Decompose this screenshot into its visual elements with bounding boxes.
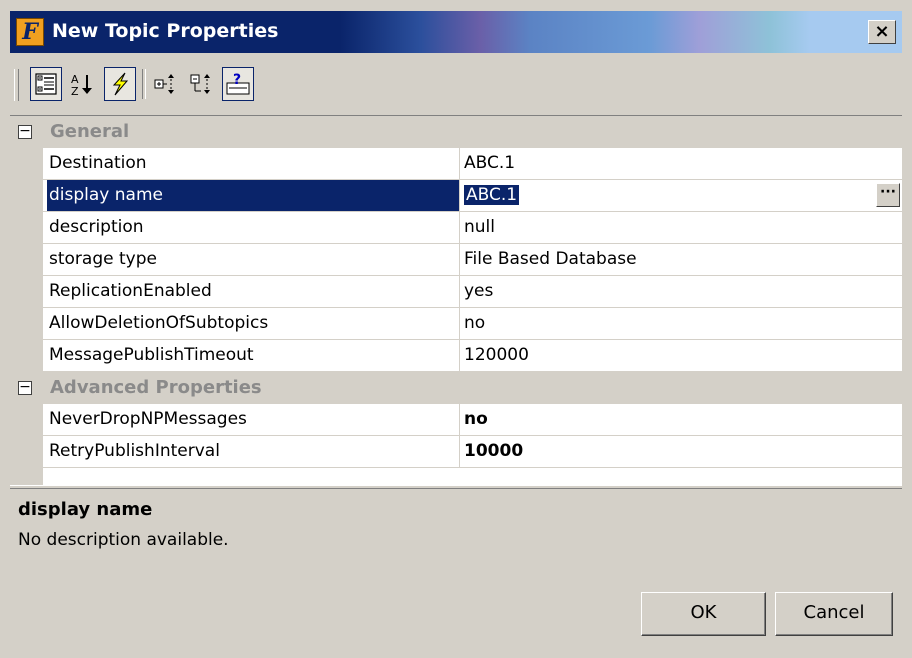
property-name: MessagePublishTimeout bbox=[47, 340, 460, 371]
property-row-destination[interactable]: Destination ABC.1 bbox=[10, 148, 902, 180]
category-general[interactable]: − General bbox=[10, 116, 902, 148]
property-value[interactable]: File Based Database bbox=[464, 244, 902, 275]
row-gutter bbox=[10, 276, 43, 308]
row-gutter bbox=[10, 468, 43, 486]
collapse-all-button[interactable] bbox=[186, 67, 218, 101]
property-row-never-drop-np-messages[interactable]: NeverDropNPMessages no bbox=[10, 404, 902, 436]
toolbar-separator bbox=[142, 69, 146, 99]
cancel-button[interactable]: Cancel bbox=[775, 592, 893, 636]
property-pages-icon: ? bbox=[226, 72, 250, 95]
property-value[interactable]: yes bbox=[464, 276, 902, 307]
property-name: NeverDropNPMessages bbox=[47, 404, 460, 435]
property-name: storage type bbox=[47, 244, 460, 275]
collapse-toggle-icon[interactable]: − bbox=[18, 380, 32, 395]
property-name: RetryPublishInterval bbox=[47, 436, 460, 467]
title-bar[interactable]: F New Topic Properties × bbox=[10, 11, 902, 53]
toolbar: A Z ? bbox=[10, 53, 902, 115]
row-gutter bbox=[10, 148, 43, 180]
property-value[interactable]: no bbox=[464, 308, 902, 339]
row-gutter bbox=[10, 244, 43, 276]
property-row-replication-enabled[interactable]: ReplicationEnabled yes bbox=[10, 276, 902, 308]
row-gutter bbox=[10, 340, 43, 372]
window-title: New Topic Properties bbox=[52, 20, 279, 42]
app-icon: F bbox=[16, 18, 44, 46]
properties-view-button[interactable] bbox=[104, 67, 136, 101]
description-text: No description available. bbox=[18, 530, 229, 550]
property-name: description bbox=[47, 212, 460, 243]
svg-text:?: ? bbox=[233, 72, 241, 88]
description-pane: display name No description available. bbox=[0, 489, 912, 569]
ellipsis-icon: ··· bbox=[880, 184, 896, 200]
alphabetical-sort-button[interactable]: A Z bbox=[66, 67, 98, 101]
category-advanced-properties[interactable]: − Advanced Properties bbox=[10, 372, 902, 404]
property-row-storage-type[interactable]: storage type File Based Database bbox=[10, 244, 902, 276]
ok-button[interactable]: OK bbox=[641, 592, 766, 636]
category-label: Advanced Properties bbox=[50, 377, 262, 398]
toolbar-grip bbox=[14, 69, 19, 101]
property-value[interactable]: 10000 bbox=[464, 436, 902, 467]
property-grid: − General Destination ABC.1 display name… bbox=[10, 115, 902, 486]
topic-properties-dialog: F New Topic Properties × A Z ? − General… bbox=[0, 0, 912, 658]
row-gutter bbox=[10, 212, 43, 244]
row-gutter bbox=[10, 308, 43, 340]
property-name: ReplicationEnabled bbox=[47, 276, 460, 307]
property-row-description[interactable]: description null bbox=[10, 212, 902, 244]
categorized-icon bbox=[35, 73, 57, 95]
close-icon: × bbox=[874, 21, 890, 42]
property-value[interactable]: null bbox=[464, 212, 902, 243]
collapse-toggle-icon[interactable]: − bbox=[18, 124, 32, 139]
row-gutter bbox=[10, 404, 43, 436]
property-name: Destination bbox=[47, 148, 460, 179]
svg-text:Z: Z bbox=[71, 85, 79, 97]
selected-value-text[interactable]: ABC.1 bbox=[464, 185, 520, 205]
property-value[interactable]: no bbox=[464, 404, 902, 435]
ellipsis-button[interactable]: ··· bbox=[876, 183, 900, 207]
close-button[interactable]: × bbox=[868, 20, 896, 44]
categorized-view-button[interactable] bbox=[30, 67, 62, 101]
expand-icon bbox=[154, 74, 174, 94]
row-gutter bbox=[10, 180, 43, 212]
sort-az-icon: A Z bbox=[71, 73, 92, 97]
property-row-retry-publish-interval[interactable]: RetryPublishInterval 10000 bbox=[10, 436, 902, 468]
row-gutter bbox=[10, 436, 43, 468]
property-name: AllowDeletionOfSubtopics bbox=[47, 308, 460, 339]
property-name: display name bbox=[47, 180, 460, 211]
property-row-display-name[interactable]: display name ABC.1 ··· bbox=[10, 180, 902, 212]
lightning-icon bbox=[112, 72, 129, 96]
property-value-editor[interactable]: ABC.1 bbox=[464, 180, 902, 211]
property-row-allow-deletion-of-subtopics[interactable]: AllowDeletionOfSubtopics no bbox=[10, 308, 902, 340]
property-value[interactable]: ABC.1 bbox=[464, 148, 902, 179]
property-row-message-publish-timeout[interactable]: MessagePublishTimeout 120000 bbox=[10, 340, 902, 372]
expand-all-button[interactable] bbox=[150, 67, 182, 101]
category-label: General bbox=[50, 121, 130, 142]
property-pages-button[interactable]: ? bbox=[222, 67, 254, 101]
property-value[interactable]: 120000 bbox=[464, 340, 902, 371]
collapse-icon bbox=[190, 74, 210, 94]
description-title: display name bbox=[18, 499, 153, 520]
